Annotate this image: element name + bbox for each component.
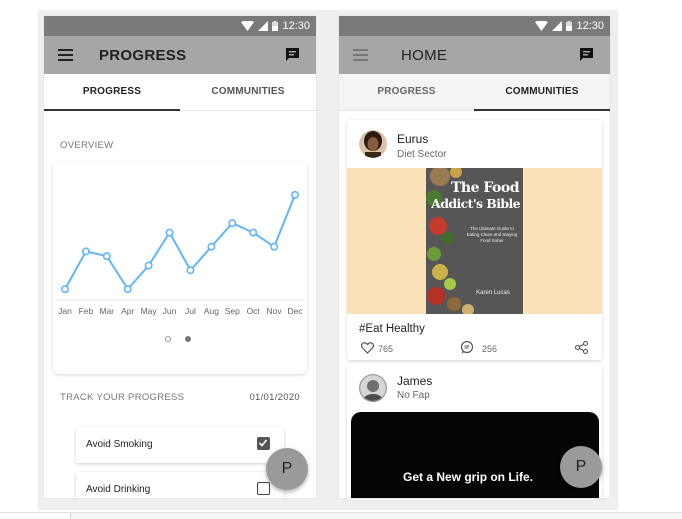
- chat-icon[interactable]: [285, 47, 300, 62]
- comment-icon[interactable]: [460, 341, 474, 354]
- status-bar: 12:30: [339, 16, 610, 36]
- page-title: HOME: [401, 47, 448, 64]
- scrollbar-thumb[interactable]: [0, 513, 71, 519]
- series-line: [64, 194, 296, 291]
- data-point-sep[interactable]: [228, 219, 237, 228]
- habit-checkbox[interactable]: [257, 437, 270, 450]
- overview-label: OVERVIEW: [60, 140, 114, 151]
- progress-screen: 12:30 PROGRESS PROGRESS COMMUNITIES OVER…: [44, 16, 316, 498]
- overview-chart-card: Jan Feb Mar Apr May Jun Jul Aug Sep Oct Nov Dec: [53, 162, 307, 374]
- home-screen: 12:30 HOME PROGRESS COMMUNITIES Eurus Di…: [339, 16, 610, 498]
- post-card[interactable]: Eurus Diet Sector The Food Addict's Bibl…: [347, 120, 602, 360]
- menu-icon[interactable]: [353, 48, 368, 62]
- data-point-mar[interactable]: [102, 252, 111, 261]
- tab-indicator: [474, 109, 610, 111]
- data-point-may[interactable]: [144, 261, 153, 270]
- data-point-oct[interactable]: [249, 228, 258, 237]
- author-avatar[interactable]: [359, 130, 387, 158]
- chat-icon[interactable]: [579, 47, 594, 62]
- data-point-jun[interactable]: [165, 228, 174, 237]
- book-author: Karen Lucas: [476, 290, 510, 296]
- signal-icon: [258, 21, 269, 31]
- post-subtitle: Diet Sector: [397, 149, 447, 160]
- checkmark-icon: [258, 439, 268, 447]
- post-author: James: [397, 374, 433, 388]
- book-title-line-2: Addict's Bible: [431, 196, 520, 211]
- wifi-icon: [535, 21, 549, 31]
- data-point-aug[interactable]: [207, 242, 216, 251]
- x-tick-label: Mar: [99, 306, 114, 316]
- battery-icon: [272, 21, 279, 31]
- heart-icon[interactable]: [361, 342, 374, 354]
- book-title-line-1: The Food: [450, 180, 520, 196]
- tab-bar: PROGRESS COMMUNITIES: [339, 74, 610, 111]
- data-point-nov[interactable]: [270, 242, 279, 251]
- data-point-jan[interactable]: [61, 285, 70, 294]
- track-progress-label: TRACK YOUR PROGRESS: [60, 392, 185, 403]
- tab-bar: PROGRESS COMMUNITIES: [44, 74, 316, 111]
- book-tagline: The Ultimate Guide to Eating Clean and S…: [466, 226, 518, 243]
- tab-communities[interactable]: COMMUNITIES: [474, 74, 610, 110]
- post-author: Eurus: [397, 132, 429, 146]
- data-point-feb[interactable]: [81, 247, 90, 256]
- post-subtitle: No Fap: [397, 390, 430, 401]
- tab-progress[interactable]: PROGRESS: [339, 74, 474, 110]
- x-tick-label: Jan: [58, 306, 72, 316]
- data-point-apr[interactable]: [123, 285, 132, 294]
- app-bar: HOME: [339, 36, 610, 74]
- x-tick-label: May: [141, 306, 158, 316]
- share-icon[interactable]: [575, 341, 588, 354]
- comment-count: 256: [482, 344, 498, 354]
- x-tick-label: Feb: [79, 306, 94, 316]
- x-tick-label: Oct: [247, 306, 261, 316]
- track-date: 01/01/2020: [249, 392, 300, 403]
- data-point-jul[interactable]: [186, 266, 195, 275]
- tab-communities[interactable]: COMMUNITIES: [180, 74, 316, 110]
- habit-checkbox[interactable]: [257, 482, 270, 495]
- like-count: 765: [378, 344, 394, 354]
- menu-icon[interactable]: [58, 48, 73, 62]
- habit-item-drinking[interactable]: Avoid Drinking: [76, 472, 284, 498]
- habit-label: Avoid Drinking: [86, 484, 151, 495]
- status-time: 12:30: [576, 20, 604, 32]
- x-tick-label: Jun: [163, 306, 177, 316]
- tab-progress[interactable]: PROGRESS: [44, 74, 180, 110]
- book-cover: The Food Addict's Bible The Ultimate Gui…: [426, 168, 523, 314]
- progress-line-chart: Jan Feb Mar Apr May Jun Jul Aug Sep Oct Nov Dec: [57, 190, 303, 316]
- banner-text: Get a New grip on Life.: [403, 470, 534, 484]
- x-tick-label: Sep: [225, 306, 240, 316]
- wifi-icon: [241, 21, 255, 31]
- app-bar: PROGRESS: [44, 36, 316, 74]
- x-tick-label: Apr: [121, 306, 134, 316]
- tab-indicator: [44, 109, 180, 111]
- habit-item-smoking[interactable]: Avoid Smoking: [76, 427, 284, 463]
- status-bar: 12:30: [44, 16, 316, 36]
- post-hashtag[interactable]: #Eat Healthy: [359, 323, 425, 335]
- habit-label: Avoid Smoking: [86, 439, 153, 450]
- page-title: PROGRESS: [99, 47, 187, 64]
- profile-fab[interactable]: P: [266, 448, 308, 490]
- pager-dot-2[interactable]: [185, 336, 191, 342]
- data-point-dec[interactable]: [291, 190, 300, 199]
- author-avatar[interactable]: [359, 374, 387, 402]
- profile-fab[interactable]: P: [560, 446, 602, 488]
- battery-icon: [566, 21, 573, 31]
- x-tick-label: Jul: [185, 306, 196, 316]
- post-image-banner[interactable]: Get a New grip on Life.: [351, 412, 599, 498]
- pager-dot-1[interactable]: [165, 336, 171, 342]
- status-time: 12:30: [282, 20, 310, 32]
- post-image[interactable]: The Food Addict's Bible The Ultimate Gui…: [347, 168, 602, 314]
- signal-icon: [552, 21, 563, 31]
- x-tick-label: Aug: [204, 306, 219, 316]
- x-tick-label: Dec: [287, 306, 303, 316]
- x-tick-label: Nov: [267, 306, 283, 316]
